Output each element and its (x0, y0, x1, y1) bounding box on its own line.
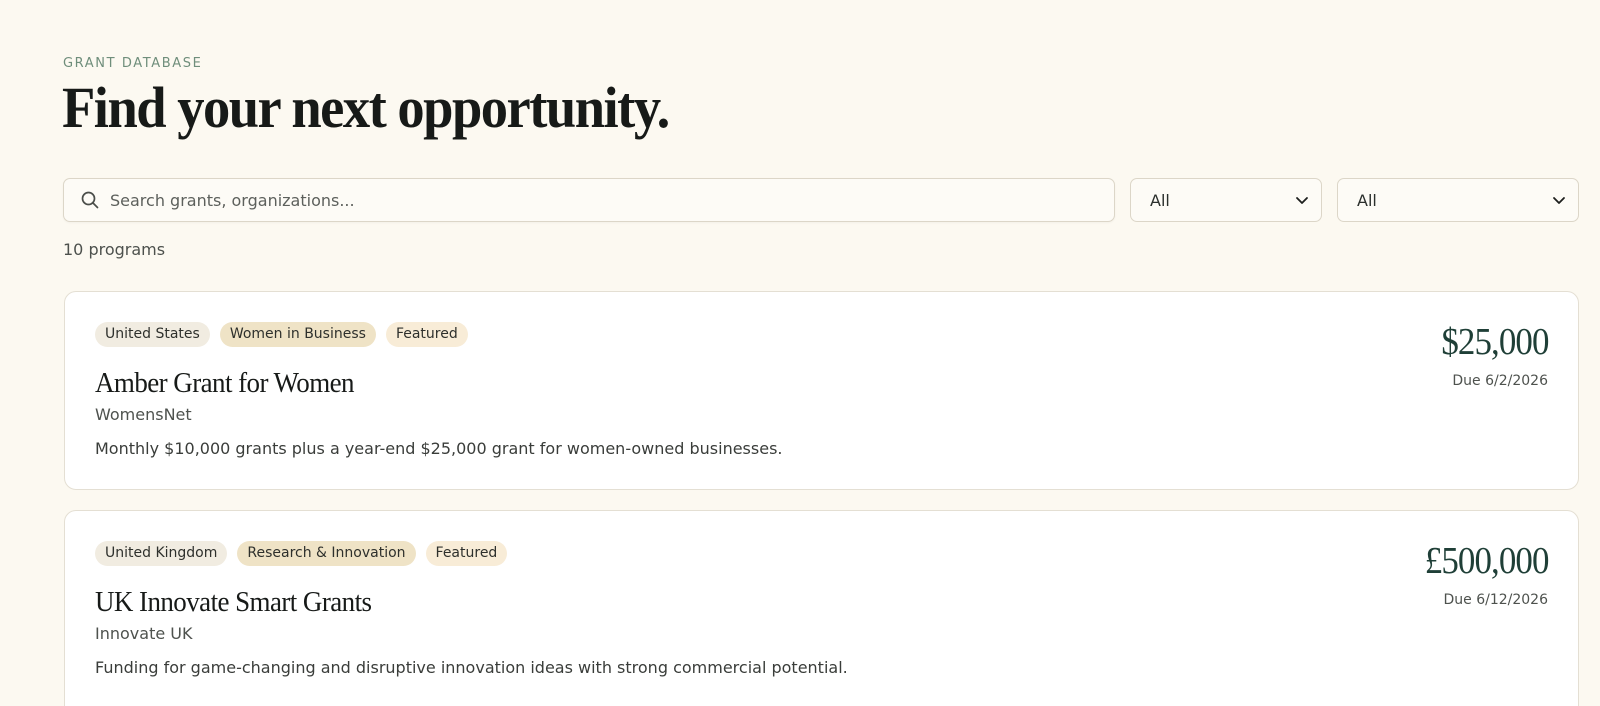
grant-organization: WomensNet (95, 405, 192, 424)
grant-description: Monthly $10,000 grants plus a year-end $… (95, 439, 783, 458)
grant-organization: Innovate UK (95, 624, 193, 643)
grant-title[interactable]: UK Innovate Smart Grants (95, 584, 372, 620)
category-filter-value: All (1357, 190, 1377, 210)
category-filter-select[interactable]: All (1337, 178, 1579, 222)
grant-title[interactable]: Amber Grant for Women (95, 365, 355, 401)
country-tag: United Kingdom (95, 541, 228, 566)
search-box[interactable] (63, 178, 1115, 222)
grant-card[interactable]: United Kingdom Research & Innovation Fea… (64, 510, 1579, 706)
featured-tag: Featured (385, 322, 468, 347)
page-title: Find your next opportunity. (62, 75, 670, 140)
tag-list: United Kingdom Research & Innovation Fea… (95, 541, 508, 566)
grant-description: Funding for game-changing and disruptive… (95, 658, 848, 677)
country-tag: United States (95, 322, 210, 347)
grant-due-date: Due 6/2/2026 (1452, 373, 1548, 389)
results-count: 10 programs (63, 240, 166, 259)
country-filter-value: All (1150, 190, 1170, 210)
tag-list: United States Women in Business Featured (95, 322, 468, 347)
grant-amount: $25,000 (1440, 321, 1549, 363)
grant-database-page: GRANT DATABASE Find your next opportunit… (0, 0, 1600, 706)
chevron-down-icon (1295, 193, 1309, 207)
featured-tag: Featured (425, 541, 508, 566)
grant-due-date: Due 6/12/2026 (1443, 592, 1548, 608)
grant-card[interactable]: United States Women in Business Featured… (64, 291, 1579, 490)
grant-amount: £500,000 (1424, 540, 1549, 582)
chevron-down-icon (1552, 193, 1566, 207)
search-icon (80, 190, 100, 210)
category-tag: Women in Business (219, 322, 376, 347)
country-filter-select[interactable]: All (1130, 178, 1322, 222)
page-eyebrow: GRANT DATABASE (63, 56, 203, 71)
category-tag: Research & Innovation (237, 541, 416, 566)
search-input[interactable] (110, 180, 1090, 220)
